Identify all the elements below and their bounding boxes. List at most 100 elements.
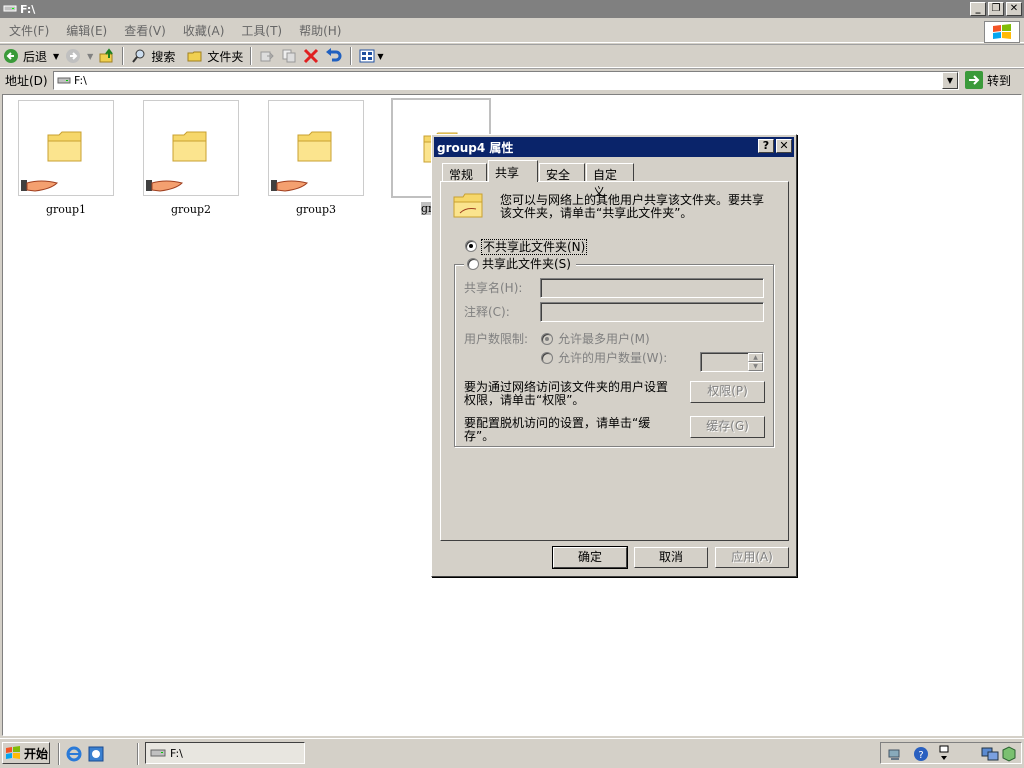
user-limit-label: 用户数限制:: [464, 332, 529, 346]
search-icon: [132, 49, 145, 63]
views-dropdown-icon[interactable]: ▼: [377, 52, 383, 61]
search-label: 搜索: [151, 49, 176, 64]
spinner-down-icon[interactable]: ▼: [748, 362, 763, 371]
folder-thumbnail: [268, 100, 364, 196]
allowed-users-radio[interactable]: [541, 352, 553, 364]
folder-name: group2: [170, 203, 212, 216]
folder-item-group2[interactable]: group2: [143, 100, 239, 216]
menu-tools[interactable]: 工具(T): [241, 22, 282, 39]
delete-button[interactable]: [300, 45, 322, 67]
address-input[interactable]: F:\ ▼: [53, 71, 959, 90]
allowed-users-spinner[interactable]: ▲ ▼: [700, 352, 764, 372]
move-to-button[interactable]: [256, 45, 278, 67]
go-button[interactable]: 转到: [965, 71, 1011, 89]
views-grid-icon: [359, 49, 375, 63]
taskbar-separator: [137, 743, 139, 765]
restore-button[interactable]: ❐: [988, 2, 1004, 16]
copy-to-icon: [282, 49, 296, 63]
undo-icon: [326, 48, 342, 62]
address-dropdown-button[interactable]: ▼: [942, 72, 958, 89]
move-to-icon: [260, 51, 275, 62]
undo-button[interactable]: [322, 45, 346, 67]
no-share-radio[interactable]: [465, 240, 477, 252]
dialog-close-button[interactable]: ✕: [776, 139, 792, 153]
address-label: 地址(D): [5, 74, 48, 88]
menu-edit[interactable]: 编辑(E): [66, 22, 107, 39]
folder-item-group1[interactable]: group1: [18, 100, 114, 216]
tab-security[interactable]: 安全: [539, 163, 585, 182]
minimize-button[interactable]: _: [970, 2, 986, 16]
tab-customize[interactable]: 自定义: [586, 163, 634, 199]
taskbar-item-title: F:\: [170, 746, 183, 760]
folder-icon: [297, 131, 332, 162]
windows-flag-icon: [6, 746, 20, 759]
perm-text-line1: 要为通过网络访问该文件夹的用户设置: [464, 380, 669, 394]
dialog-titlebar[interactable]: group4 属性: [434, 137, 794, 157]
computer-monitor-icon[interactable]: [981, 746, 999, 762]
close-button[interactable]: ✕: [1006, 2, 1022, 16]
folders-button[interactable]: 文件夹: [184, 45, 246, 67]
forward-button[interactable]: ▼: [62, 45, 96, 67]
menu-favorites[interactable]: 收藏(A): [183, 22, 225, 39]
search-button[interactable]: 搜索: [128, 45, 178, 67]
window-title: F:\: [20, 2, 36, 16]
address-bar: 地址(D) F:\ ▼ 转到: [0, 68, 1024, 92]
share-label[interactable]: 共享此文件夹(S): [482, 257, 571, 271]
toolbar-separator: [122, 47, 125, 65]
comment-input[interactable]: [540, 302, 764, 322]
go-arrow-icon: [965, 71, 983, 89]
intro-text-line1: 您可以与网络上的其他用户共享该文件夹。要共享: [500, 193, 765, 207]
spinner-up-icon[interactable]: ▲: [748, 353, 763, 362]
help-circle-icon[interactable]: ?: [913, 746, 929, 762]
shared-hand-icon: [271, 180, 308, 192]
menu-help[interactable]: 帮助(H): [299, 22, 341, 39]
intro-text-line2: 该文件夹，请单击“共享此文件夹”。: [500, 206, 693, 220]
max-allowed-radio[interactable]: [541, 333, 553, 345]
toolbar-separator: [350, 47, 353, 65]
help-button[interactable]: ?: [758, 139, 774, 153]
apply-button[interactable]: 应用(A): [715, 547, 789, 568]
ie-icon[interactable]: [66, 746, 82, 762]
back-label: 后退: [23, 49, 48, 64]
drive-icon: [3, 5, 17, 12]
views-button[interactable]: ▼: [356, 45, 386, 67]
up-folder-button[interactable]: [96, 45, 118, 67]
taskbar-separator: [58, 743, 60, 765]
recycle-icon[interactable]: [1001, 746, 1017, 762]
folder-thumbnail: [18, 100, 114, 196]
folders-icon: [187, 51, 202, 62]
toolbar-separator: [250, 47, 253, 65]
copy-to-button[interactable]: [278, 45, 300, 67]
network-icon[interactable]: [887, 746, 903, 762]
cache-text-line1: 要配置脱机访问的设置，请单击“缓: [464, 416, 651, 430]
menu-view[interactable]: 查看(V): [124, 22, 166, 39]
menu-bar: 文件(F) 编辑(E) 查看(V) 收藏(A) 工具(T) 帮助(H): [0, 19, 1024, 43]
properties-dialog: group4 属性 ? ✕ 常规 共享 安全 自定义 您可以与网络上的其他用户共…: [431, 134, 797, 577]
svg-text:?: ?: [918, 750, 923, 761]
cache-text-line2: 存”。: [464, 429, 495, 443]
no-share-label[interactable]: 不共享此文件夹(N): [481, 239, 588, 255]
window-titlebar[interactable]: F:\ _ ❐ ✕: [0, 0, 1024, 18]
taskbar-item-explorer[interactable]: F:\: [145, 742, 305, 764]
cancel-button[interactable]: 取消: [634, 547, 708, 568]
menu-file[interactable]: 文件(F): [9, 22, 49, 39]
outlook-icon[interactable]: [88, 746, 104, 762]
toolbar: 后退 ▼ ▼ 搜索 文件夹 ▼: [0, 44, 1024, 68]
back-dropdown-icon[interactable]: ▼: [53, 52, 59, 61]
drive-icon: [150, 749, 166, 757]
start-button[interactable]: 开始: [2, 742, 50, 764]
share-radio[interactable]: [467, 258, 479, 270]
forward-dropdown-icon[interactable]: ▼: [87, 52, 93, 61]
tab-general[interactable]: 常规: [442, 163, 487, 182]
address-value: F:\: [74, 74, 87, 87]
taskbar: 开始 F:\ ?: [0, 738, 1024, 768]
restore-windows-icon[interactable]: [937, 745, 951, 763]
permissions-button[interactable]: 权限(P): [690, 381, 765, 403]
allowed-users-label: 允许的用户数量(W):: [558, 351, 668, 365]
share-name-input[interactable]: [540, 278, 764, 298]
ok-button[interactable]: 确定: [552, 546, 628, 569]
back-button[interactable]: 后退 ▼: [0, 45, 62, 67]
tab-sharing[interactable]: 共享: [488, 160, 538, 182]
folder-item-group3[interactable]: group3: [268, 100, 364, 216]
caching-button[interactable]: 缓存(G): [690, 416, 765, 438]
